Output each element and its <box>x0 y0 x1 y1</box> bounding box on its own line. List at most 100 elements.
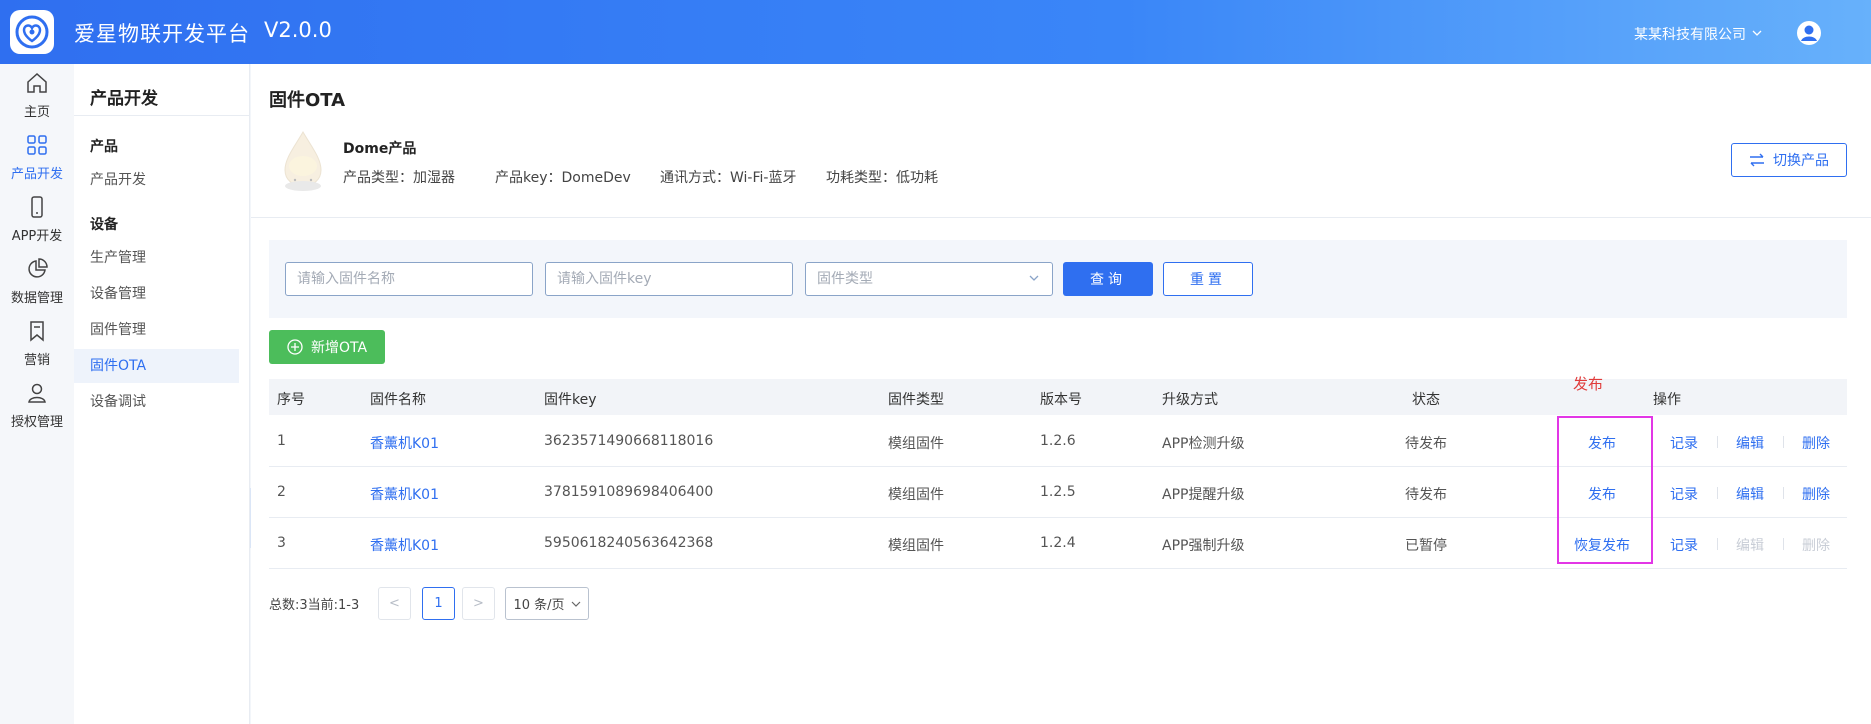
submenu-group-product: 产品 <box>90 139 118 155</box>
edit-button[interactable]: 编辑 <box>1736 433 1764 453</box>
cell-version: 1.2.6 <box>1040 433 1076 449</box>
page-1-button[interactable]: 1 <box>422 587 455 620</box>
next-page-button[interactable]: > <box>462 587 495 620</box>
divider <box>251 217 1871 218</box>
page-title: 固件OTA <box>269 90 346 111</box>
query-button[interactable]: 查询 <box>1063 262 1153 296</box>
firmware-key-input[interactable] <box>545 262 793 296</box>
annotation-label: 发布 <box>1573 375 1604 393</box>
nav-label: 数据管理 <box>10 290 63 306</box>
cell-upgrade-mode: APP提醒升级 <box>1162 487 1245 503</box>
product-key: 产品key：DomeDev <box>495 170 631 186</box>
divider <box>1717 538 1718 550</box>
firmware-name-input[interactable] <box>285 262 533 296</box>
cell-upgrade-mode: APP强制升级 <box>1162 538 1245 554</box>
col-version: 版本号 <box>1040 392 1082 408</box>
submenu-item-firmware-management[interactable]: 固件管理 <box>74 313 239 347</box>
add-ota-button[interactable]: 新增OTA <box>269 330 385 364</box>
delete-button[interactable]: 删除 <box>1802 484 1830 504</box>
table-header: 序号 固件名称 固件key 固件类型 版本号 升级方式 状态 操作 <box>269 379 1847 415</box>
secondary-nav: 产品开发 产品 产品开发 设备 生产管理 设备管理 固件管理 固件OTA 设备调… <box>74 64 250 724</box>
nav-label: 产品开发 <box>10 166 63 182</box>
submenu-item-production[interactable]: 生产管理 <box>74 241 239 275</box>
submenu-item-device-management[interactable]: 设备管理 <box>74 277 239 311</box>
cell-status: 待发布 <box>1405 487 1447 503</box>
cell-upgrade-mode: APP检测升级 <box>1162 436 1245 452</box>
cell-status: 已暂停 <box>1405 538 1447 554</box>
cell-firmware-type: 模组固件 <box>888 487 944 503</box>
product-comm-mode: 通讯方式：Wi-Fi-蓝牙 <box>660 170 797 186</box>
chevron-left-icon: < <box>389 596 400 611</box>
pagination: 总数:3当前:1-3 < 1 > 10 条/页 <box>269 585 869 620</box>
cell-no: 1 <box>277 433 286 449</box>
record-button[interactable]: 记录 <box>1670 535 1698 555</box>
cell-version: 1.2.5 <box>1040 484 1076 500</box>
chevron-right-icon: > <box>473 596 484 611</box>
col-firmware-type: 固件类型 <box>888 392 944 408</box>
product-type: 产品类型：加湿器 <box>343 170 455 186</box>
nav-product-dev[interactable]: 产品开发 <box>0 126 74 188</box>
nav-app-dev[interactable]: APP开发 <box>0 188 74 250</box>
cell-firmware-name-link[interactable]: 香薰机K01 <box>370 535 439 555</box>
cell-firmware-type: 模组固件 <box>888 538 944 554</box>
cell-firmware-name-link[interactable]: 香薰机K01 <box>370 433 439 453</box>
record-button[interactable]: 记录 <box>1670 433 1698 453</box>
nav-marketing[interactable]: 营销 <box>0 312 74 374</box>
cell-firmware-key: 3781591089698406400 <box>544 484 714 500</box>
col-upgrade-mode: 升级方式 <box>1162 392 1218 408</box>
primary-nav: 主页 产品开发 APP开发 数据管理 营销 授权管理 <box>0 64 74 724</box>
col-status: 状态 <box>1412 392 1440 408</box>
submenu-title: 产品开发 <box>90 89 158 109</box>
submenu-item-firmware-ota[interactable]: 固件OTA <box>74 349 239 383</box>
submenu-item-device-debug[interactable]: 设备调试 <box>74 385 239 419</box>
prev-page-button[interactable]: < <box>378 587 411 620</box>
divider <box>1783 436 1784 448</box>
org-name: 某某科技有限公司 <box>1634 27 1746 43</box>
product-name: Dome产品 <box>343 141 417 157</box>
plus-circle-icon <box>287 339 303 355</box>
cell-firmware-key: 3623571490668118016 <box>544 433 714 449</box>
cell-no: 3 <box>277 535 286 551</box>
switch-product-label: 切换产品 <box>1773 153 1829 169</box>
switch-arrows-icon <box>1750 153 1764 167</box>
add-ota-label: 新增OTA <box>310 340 368 356</box>
chevron-down-icon <box>1028 263 1040 307</box>
nav-authorization[interactable]: 授权管理 <box>0 374 74 436</box>
nav-label: 授权管理 <box>10 414 63 430</box>
cell-version: 1.2.4 <box>1040 535 1076 551</box>
user-avatar-icon[interactable] <box>1796 20 1822 46</box>
cell-no: 2 <box>277 484 286 500</box>
page-size-select[interactable]: 10 条/页 <box>505 587 589 620</box>
record-button[interactable]: 记录 <box>1670 484 1698 504</box>
delete-button-disabled: 删除 <box>1802 538 1830 554</box>
nav-home[interactable]: 主页 <box>0 64 74 126</box>
cell-firmware-type: 模组固件 <box>888 436 944 452</box>
divider <box>74 115 250 116</box>
divider <box>1717 436 1718 448</box>
product-image <box>275 128 331 194</box>
switch-product-button[interactable]: 切换产品 <box>1731 143 1847 177</box>
app-title: 爱星物联开发平台 <box>74 22 250 46</box>
org-switcher[interactable]: 某某科技有限公司 <box>1634 24 1762 44</box>
firmware-type-placeholder: 固件类型 <box>817 271 873 287</box>
phone-icon <box>31 195 43 218</box>
cell-firmware-name-link[interactable]: 香薰机K01 <box>370 484 439 504</box>
delete-button[interactable]: 删除 <box>1802 433 1830 453</box>
filter-bar: 固件类型 查询 重置 <box>269 240 1847 318</box>
user-icon <box>28 383 46 403</box>
reset-button[interactable]: 重置 <box>1163 262 1253 296</box>
col-actions: 操作 <box>1653 392 1681 408</box>
platform-logo[interactable] <box>10 10 54 54</box>
pie-chart-icon <box>28 257 48 278</box>
cell-status: 待发布 <box>1405 436 1447 452</box>
nav-label: 主页 <box>23 104 50 120</box>
edit-button[interactable]: 编辑 <box>1736 484 1764 504</box>
bookmark-icon <box>30 320 44 342</box>
col-firmware-key: 固件key <box>544 392 597 408</box>
firmware-type-select[interactable]: 固件类型 <box>805 262 1053 296</box>
page-size-value: 10 条/页 <box>513 598 565 613</box>
nav-data-management[interactable]: 数据管理 <box>0 250 74 312</box>
submenu-item-product-dev[interactable]: 产品开发 <box>74 163 239 197</box>
pagination-summary: 总数:3当前:1-3 <box>269 598 360 613</box>
cell-firmware-key: 5950618240563642368 <box>544 535 714 551</box>
